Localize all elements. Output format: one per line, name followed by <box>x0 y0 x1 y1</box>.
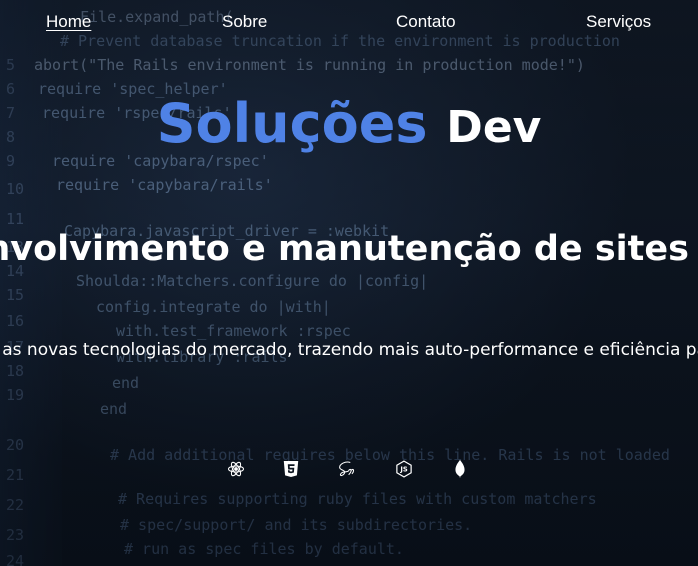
nav-link-contato[interactable]: Contato <box>396 12 456 32</box>
nav-link-sobre[interactable]: Sobre <box>222 12 267 32</box>
nav-link-home[interactable]: Home <box>46 12 91 32</box>
mongodb-icon <box>449 458 471 480</box>
hero-subline: Com as novas tecnologias do mercado, tra… <box>0 340 698 360</box>
svg-text:JS: JS <box>399 466 408 474</box>
hero-section: 5 6 7 8 9 10 11 13 14 15 16 17 18 19 20 … <box>0 0 698 566</box>
hero-headline: Desenvolvimento e manutenção de sites e … <box>0 229 698 269</box>
brand-primary: Soluções <box>156 92 428 155</box>
nodejs-icon: JS <box>393 458 415 480</box>
brand-secondary: Dev <box>446 102 542 153</box>
react-icon <box>225 458 247 480</box>
html5-icon <box>280 458 302 480</box>
tech-icons-row: JS <box>0 458 698 480</box>
background-overlay <box>0 0 698 566</box>
nav-link-servicos[interactable]: Serviços <box>586 12 651 32</box>
brand-title: Soluções Dev <box>0 92 698 160</box>
top-nav: Home Sobre Contato Serviços <box>0 0 698 44</box>
sass-icon <box>336 458 358 480</box>
